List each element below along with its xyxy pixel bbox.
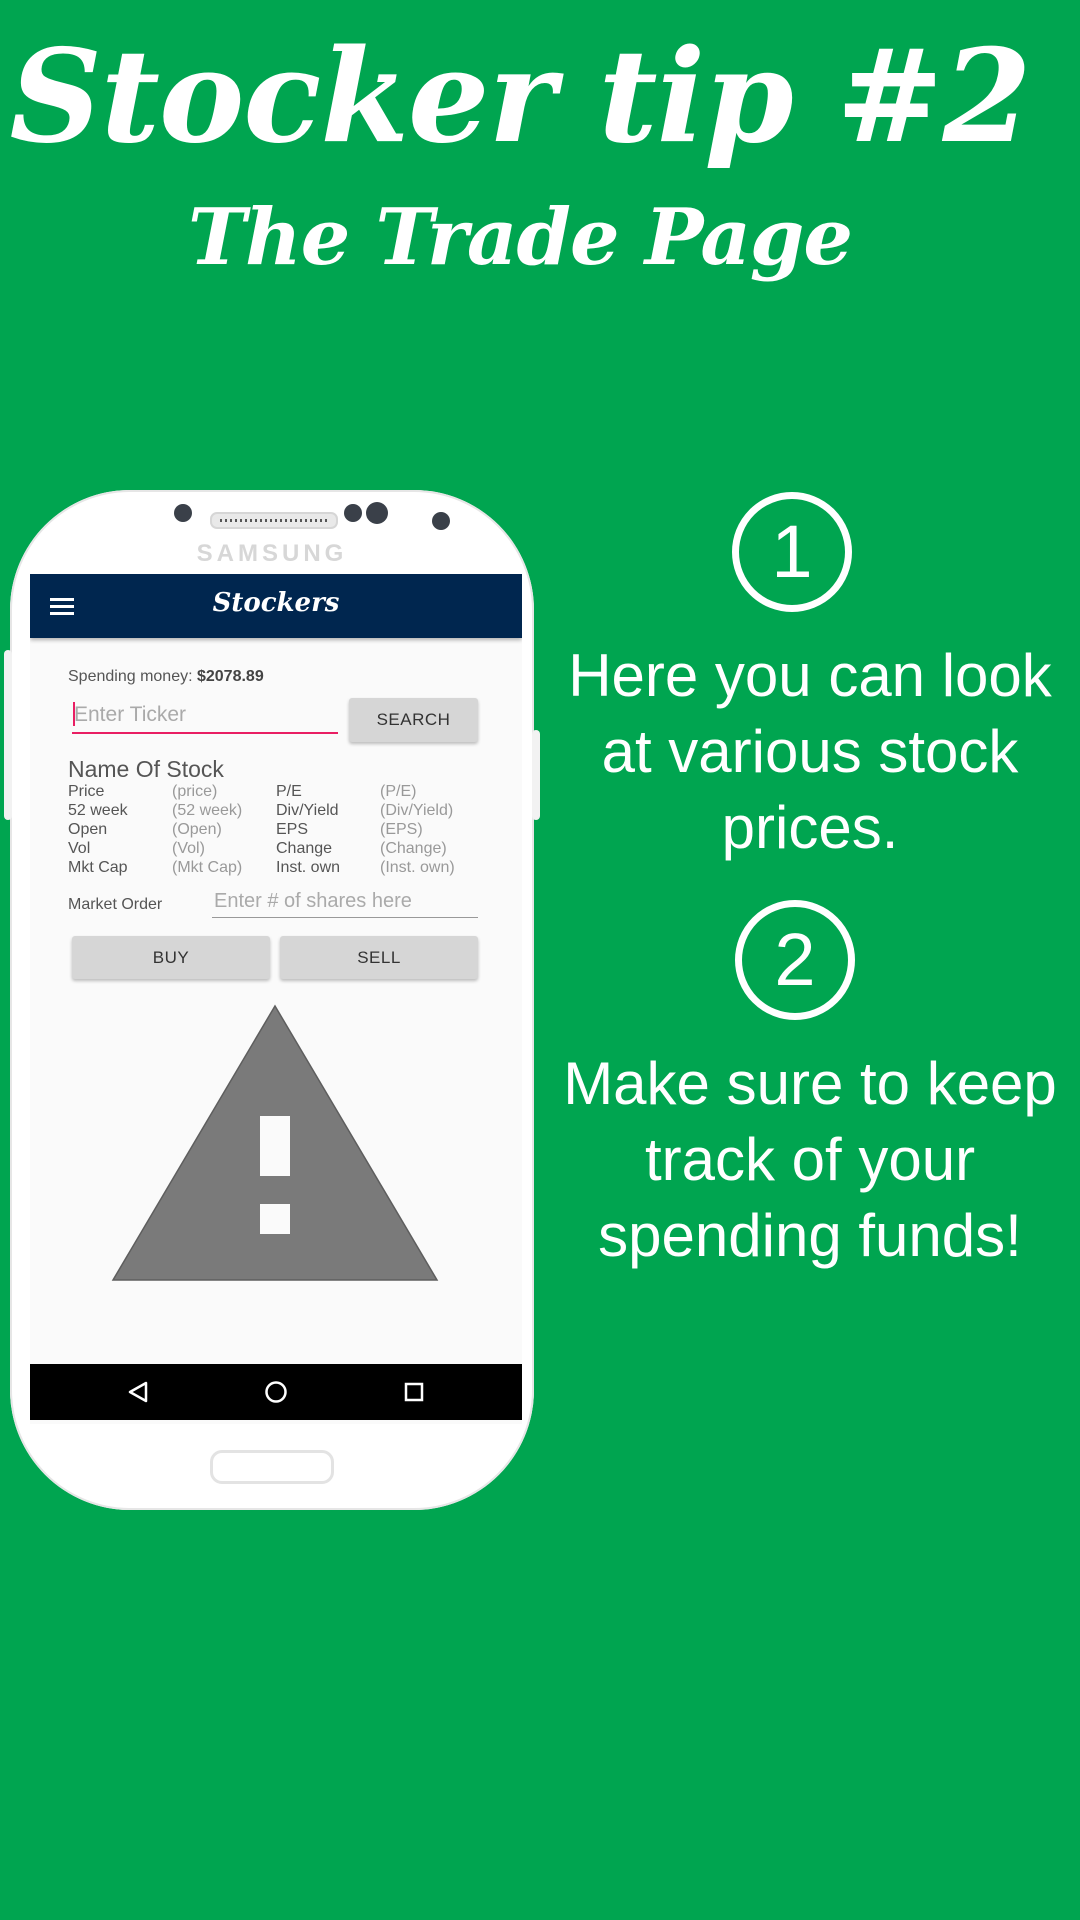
stat-value: (Change) [380,840,447,857]
stat-label: EPS [276,821,309,838]
buy-button[interactable]: BUY [72,936,270,979]
market-order-label: Market Order [68,896,163,913]
stat-value: (Vol) [172,840,205,857]
page-subtitle: The Trade Page [187,192,853,283]
home-icon[interactable] [260,1376,292,1408]
stat-value: (P/E) [380,783,417,800]
phone-front-camera [366,502,388,524]
stat-label: P/E [276,783,302,800]
stock-name-heading: Name Of Stock [68,756,224,782]
stat-label: 52 week [68,802,128,819]
phone-frame: SAMSUNG Stockers Spending money: $2078.8… [4,490,540,1510]
stat-label: Change [276,840,333,857]
phone-power-button [532,730,540,820]
phone-home-key [210,1450,334,1484]
tip-number-badge: 2 [735,900,855,1020]
phone-sensor-dot [344,504,362,522]
spending-money-text: Spending money: [68,668,193,685]
spending-money-value: $2078.89 [196,668,264,685]
stat-label: Price [68,783,105,800]
app-screen: Stockers Spending money: $2078.89 SEARCH… [30,574,522,1424]
phone-speaker-grille [210,512,338,529]
stat-value: (price) [172,783,218,800]
text-cursor [73,702,75,726]
recents-icon[interactable] [398,1376,430,1408]
stat-label: Div/Yield [276,802,339,819]
app-bar: Stockers [30,574,522,638]
stat-value: (EPS) [380,821,423,838]
back-icon[interactable] [122,1376,154,1408]
android-nav-bar [30,1364,522,1420]
spending-money-label: Spending money: $2078.89 [68,668,264,686]
phone-sensor-dot [432,512,450,530]
app-title: Stockers [212,588,340,618]
phone-volume-button [4,650,12,820]
stat-label: Inst. own [276,859,341,876]
phone-brand-label: SAMSUNG [196,540,348,567]
ticker-input[interactable] [72,698,338,734]
stat-value: (Mkt Cap) [172,859,243,876]
warning-icon [111,1004,439,1281]
stat-value: (52 week) [172,802,243,819]
stat-label: Mkt Cap [68,859,128,876]
tip-text: Make sure to keep track of your spending… [563,1050,1057,1269]
tip-text: Here you can look at various stock price… [568,642,1052,861]
stat-label: Open [68,821,108,838]
phone-sensor-dot [174,504,192,522]
search-button[interactable]: SEARCH [349,698,478,742]
stat-value: (Open) [172,821,222,838]
stat-value: (Inst. own) [380,859,455,876]
shares-input[interactable] [212,886,478,918]
stat-value: (Div/Yield) [380,802,454,819]
page-title: Stocker tip #2 [9,22,1031,172]
stat-label: Vol [68,840,91,857]
sell-button[interactable]: SELL [280,936,478,979]
tip-number-badge: 1 [732,492,852,612]
